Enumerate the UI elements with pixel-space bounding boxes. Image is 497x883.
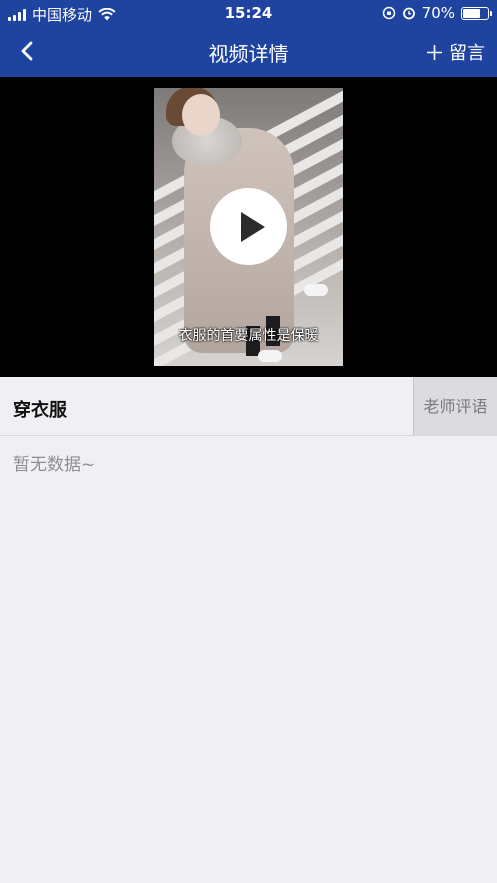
video-title-row: 穿衣服 老师评语: [0, 377, 497, 436]
video-thumbnail[interactable]: 衣服的首要属性是保暖: [154, 88, 343, 366]
video-player: 衣服的首要属性是保暖: [0, 77, 497, 377]
video-title: 穿衣服: [13, 400, 67, 421]
orientation-lock-icon: [382, 6, 395, 20]
play-icon[interactable]: [210, 188, 287, 265]
plus-icon: [427, 44, 442, 60]
battery-icon: [461, 6, 492, 20]
empty-state-text: 暂无数据~: [13, 455, 96, 475]
alarm-icon: [402, 7, 415, 20]
status-bar: 中国移动 15:24 70%: [0, 0, 497, 26]
battery-percent: 70%: [421, 4, 455, 22]
add-comment-label: 留言: [449, 43, 485, 64]
page-title: 视频详情: [208, 42, 289, 66]
teacher-comment-button[interactable]: 老师评语: [413, 377, 497, 436]
video-caption: 衣服的首要属性是保暖: [178, 328, 319, 344]
add-comment-button[interactable]: 留言: [426, 39, 485, 65]
navigation-bar: 视频详情 留言: [0, 26, 497, 77]
